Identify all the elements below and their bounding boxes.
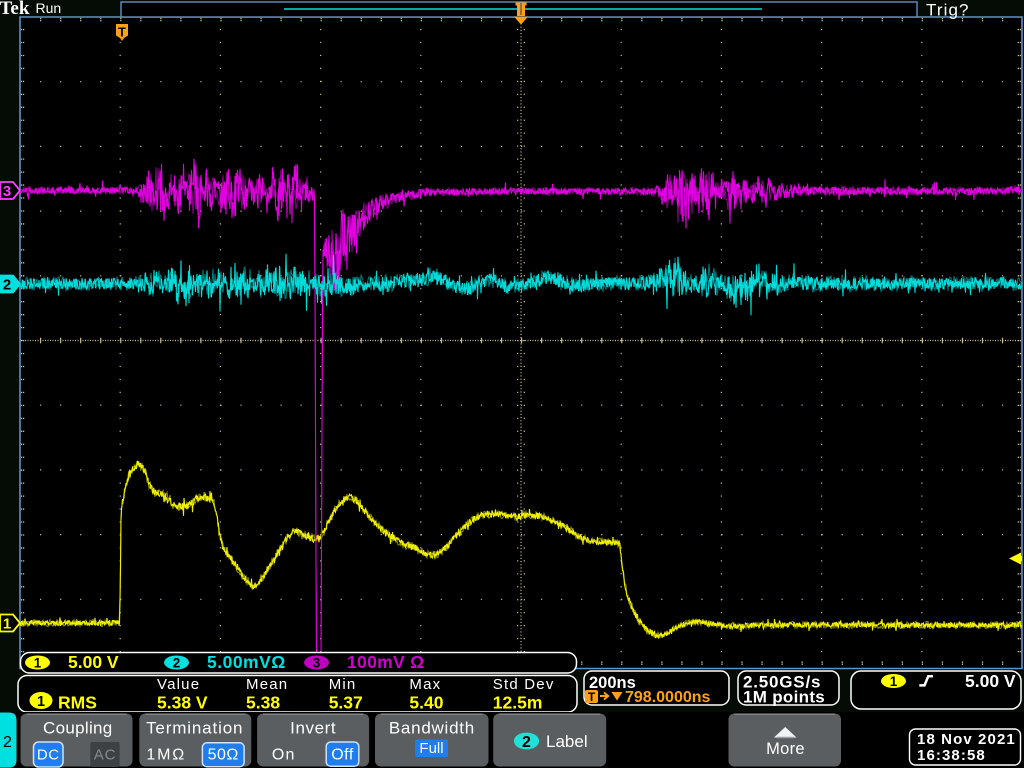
svg-text:RMS: RMS (58, 693, 97, 713)
svg-text:2: 2 (3, 734, 12, 751)
svg-text:5.38 V: 5.38 V (157, 693, 208, 713)
svg-text:Run: Run (36, 0, 62, 16)
svg-text:3: 3 (313, 656, 321, 671)
svg-text:798.0000ns: 798.0000ns (625, 689, 711, 706)
svg-text:2: 2 (522, 734, 531, 751)
svg-text:2: 2 (3, 277, 11, 294)
svg-text:100mV Ω: 100mV Ω (347, 652, 424, 672)
svg-text:1M points: 1M points (743, 688, 825, 707)
svg-text:5.37: 5.37 (329, 693, 363, 713)
svg-text:18 Nov 2021: 18 Nov 2021 (917, 731, 1016, 748)
svg-text:16:38:58: 16:38:58 (917, 747, 986, 764)
svg-text:More: More (766, 740, 805, 758)
svg-text:5.00mVΩ: 5.00mVΩ (207, 652, 286, 672)
svg-text:Min: Min (329, 676, 357, 693)
svg-text:Coupling: Coupling (43, 719, 113, 738)
svg-text:12.5m: 12.5m (493, 693, 543, 713)
svg-text:On: On (272, 747, 296, 764)
svg-text:1: 1 (890, 674, 898, 689)
svg-text:Mean: Mean (246, 676, 288, 693)
svg-text:1: 1 (34, 656, 42, 671)
svg-text:DC: DC (37, 747, 60, 764)
svg-text:Std Dev: Std Dev (493, 676, 555, 693)
svg-text:Label: Label (546, 732, 588, 751)
svg-text:5.38: 5.38 (246, 693, 280, 713)
svg-text:Bandwidth: Bandwidth (389, 719, 475, 738)
svg-text:T: T (118, 26, 126, 40)
svg-text:Trig?: Trig? (926, 1, 970, 20)
svg-text:3: 3 (3, 183, 11, 200)
svg-text:Termination: Termination (146, 719, 243, 738)
svg-text:50Ω: 50Ω (208, 747, 239, 764)
svg-text:1: 1 (3, 616, 11, 633)
svg-text:Invert: Invert (290, 719, 336, 738)
svg-text:AC: AC (94, 747, 116, 764)
svg-text:Value: Value (157, 676, 200, 693)
svg-text:1MΩ: 1MΩ (146, 747, 186, 764)
svg-text:Off: Off (331, 747, 354, 764)
svg-text:T: T (588, 690, 596, 704)
svg-text:Max: Max (409, 676, 441, 693)
svg-text:2: 2 (173, 656, 181, 671)
svg-text:5.00 V: 5.00 V (68, 652, 119, 672)
svg-text:5.40: 5.40 (409, 693, 443, 713)
svg-text:Full: Full (419, 740, 443, 757)
svg-text:5.00 V: 5.00 V (965, 671, 1016, 691)
svg-text:Tek: Tek (0, 0, 30, 19)
svg-text:1: 1 (37, 694, 45, 710)
